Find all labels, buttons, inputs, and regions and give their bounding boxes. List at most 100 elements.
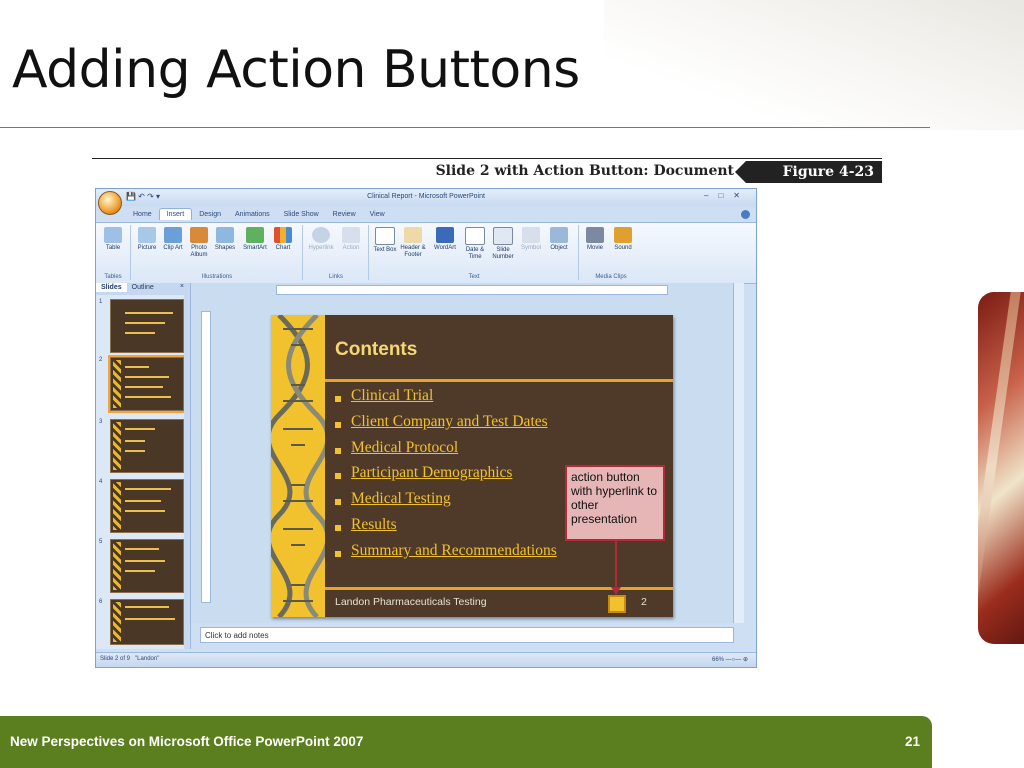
- object-icon: [550, 227, 568, 243]
- callout-arrow-icon: [611, 587, 621, 595]
- photo-album-button[interactable]: Photo Album: [186, 227, 212, 259]
- bullet-hyperlink[interactable]: Medical Protocol: [351, 439, 458, 456]
- help-icon[interactable]: [741, 210, 750, 219]
- symbol-button[interactable]: Symbol: [518, 227, 544, 252]
- slide-canvas[interactable]: Contents Clinical Trial Client Company a…: [271, 315, 673, 617]
- document-action-button[interactable]: [608, 595, 626, 613]
- action-button[interactable]: Action: [338, 227, 364, 252]
- slide-thumbnail-2[interactable]: [108, 355, 186, 413]
- group-tables: Table Tables: [96, 225, 131, 280]
- photo-album-icon: [190, 227, 208, 243]
- slide-thumbnail-1[interactable]: [110, 299, 184, 353]
- header-footer-button[interactable]: Header & Footer: [400, 227, 426, 259]
- movie-icon: [586, 227, 604, 243]
- picture-button[interactable]: Picture: [134, 227, 160, 252]
- slide-number-icon: [493, 227, 513, 245]
- bullet-hyperlink[interactable]: Clinical Trial: [351, 387, 433, 404]
- tab-slide-show[interactable]: Slide Show: [277, 209, 326, 220]
- table-icon: [104, 227, 122, 243]
- list-item: Clinical Trial: [335, 387, 557, 413]
- flower-image: [978, 292, 1024, 644]
- office-button[interactable]: [98, 191, 122, 215]
- window-titlebar: 💾 ↶ ↷ ▾ Clinical Report - Microsoft Powe…: [96, 189, 756, 206]
- sound-icon: [614, 227, 632, 243]
- bullet-hyperlink[interactable]: Medical Testing: [351, 490, 451, 507]
- pane-scrollbar[interactable]: [184, 295, 190, 649]
- tab-review[interactable]: Review: [326, 209, 363, 220]
- group-label-links: Links: [328, 274, 343, 280]
- chart-button[interactable]: Chart: [270, 227, 296, 252]
- clip-art-button[interactable]: Clip Art: [160, 227, 186, 252]
- powerpoint-window: 💾 ↶ ↷ ▾ Clinical Report - Microsoft Powe…: [95, 188, 757, 668]
- title-divider: [0, 127, 930, 128]
- vertical-scrollbar[interactable]: [733, 283, 744, 623]
- table-button[interactable]: Table: [100, 227, 126, 252]
- ribbon-tabs: Home Insert Design Animations Slide Show Revi…: [126, 208, 392, 222]
- tab-animations[interactable]: Animations: [228, 209, 277, 220]
- slide-thumbnail-5[interactable]: [110, 539, 184, 593]
- slide-thumbnail-3[interactable]: [110, 419, 184, 473]
- figure-header: Slide 2 with Action Button: Document Fig…: [92, 158, 882, 185]
- group-label-media: Media Clips: [595, 274, 627, 280]
- notes-pane[interactable]: Click to add notes: [200, 627, 734, 643]
- thumb-number: 4: [99, 479, 103, 485]
- smartart-button[interactable]: SmartArt: [242, 227, 268, 252]
- footer-text: New Perspectives on Microsoft Office Pow…: [10, 734, 364, 749]
- group-text: Text Box Header & Footer WordArt Date & …: [370, 225, 579, 280]
- pane-tabs: Slides Outline ×: [96, 283, 190, 295]
- omega-icon: [522, 227, 540, 243]
- thumb-number: 1: [99, 299, 103, 305]
- tab-insert[interactable]: Insert: [158, 208, 193, 220]
- tab-slides[interactable]: Slides: [96, 283, 127, 292]
- bullet-hyperlink[interactable]: Participant Demographics: [351, 464, 512, 481]
- slides-pane: Slides Outline × 1 2 3 4 5 6: [96, 283, 191, 649]
- thumb-number: 6: [99, 599, 103, 605]
- slide-number-button[interactable]: Slide Number: [490, 227, 516, 261]
- group-links: Hyperlink Action Links: [304, 225, 369, 280]
- sound-button[interactable]: Sound: [610, 227, 636, 252]
- background-decoration: [604, 0, 1024, 130]
- smartart-icon: [246, 227, 264, 243]
- bullet-hyperlink[interactable]: Client Company and Test Dates: [351, 413, 548, 430]
- group-media: Movie Sound Media Clips: [580, 225, 642, 280]
- window-title: Clinical Report - Microsoft PowerPoint: [367, 193, 485, 200]
- header-footer-icon: [404, 227, 422, 243]
- bullet-list: Clinical Trial Client Company and Test D…: [335, 387, 557, 568]
- object-button[interactable]: Object: [546, 227, 572, 252]
- tab-outline[interactable]: Outline: [127, 283, 159, 292]
- bullet-hyperlink[interactable]: Summary and Recommendations: [351, 542, 557, 559]
- slide-footer-text: Landon Pharmaceuticals Testing: [335, 596, 487, 608]
- ribbon: Table Tables Picture Clip Art Photo Albu…: [96, 222, 756, 284]
- tab-design[interactable]: Design: [192, 209, 228, 220]
- group-label-tables: Tables: [104, 274, 122, 280]
- thumb-number: 2: [99, 357, 103, 363]
- zoom-level[interactable]: 66%: [712, 657, 724, 663]
- hyperlink-icon: [312, 227, 330, 243]
- slide-thumbnail-6[interactable]: [110, 599, 184, 645]
- group-label-text: Text: [468, 274, 480, 280]
- group-label-illustrations: Illustrations: [201, 274, 233, 280]
- slide-thumbnail-4[interactable]: [110, 479, 184, 533]
- slide-count: Slide 2 of 9: [100, 656, 131, 662]
- shapes-button[interactable]: Shapes: [212, 227, 238, 252]
- thumb-number: 5: [99, 539, 103, 545]
- slide-page-number: 2: [641, 596, 647, 608]
- window-controls[interactable]: –□✕: [704, 191, 750, 200]
- bullet-hyperlink[interactable]: Results: [351, 516, 397, 533]
- wordart-button[interactable]: WordArt: [432, 227, 458, 252]
- tab-home[interactable]: Home: [126, 209, 159, 220]
- hyperlink-button[interactable]: Hyperlink: [308, 227, 334, 252]
- close-icon[interactable]: ×: [180, 283, 184, 290]
- callout-box: action button with hyperlink to other pr…: [565, 465, 665, 541]
- list-item: Medical Protocol: [335, 439, 557, 465]
- text-box-button[interactable]: Text Box: [372, 227, 398, 254]
- date-time-button[interactable]: Date & Time: [462, 227, 488, 261]
- movie-button[interactable]: Movie: [582, 227, 608, 252]
- list-item: Results: [335, 516, 557, 542]
- list-item: Client Company and Test Dates: [335, 413, 557, 439]
- slide-editing-area: Contents Clinical Trial Client Company a…: [191, 283, 744, 623]
- action-icon: [342, 227, 360, 243]
- figure: Slide 2 with Action Button: Document Fig…: [92, 158, 882, 668]
- tab-view[interactable]: View: [363, 209, 392, 220]
- clip-art-icon: [164, 227, 182, 243]
